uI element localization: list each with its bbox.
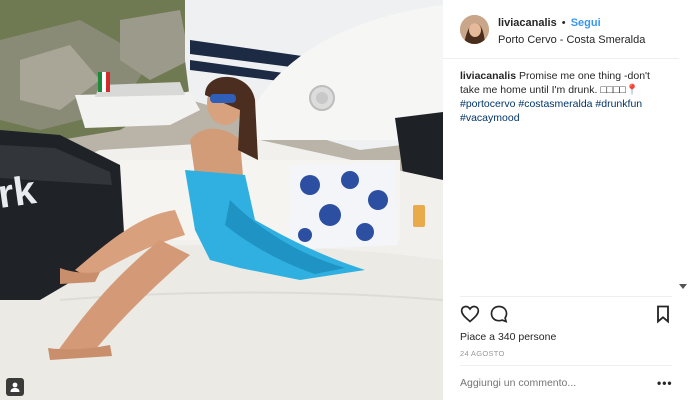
comment-input[interactable] <box>460 377 640 389</box>
hashtag-link[interactable]: #costasmeralda <box>518 98 592 110</box>
speech-bubble-icon[interactable] <box>489 304 509 324</box>
location-link[interactable]: Porto Cervo - Costa Smeralda <box>498 34 645 46</box>
username-link[interactable]: liviacanalis <box>498 17 557 29</box>
photo-illustration: rk <box>0 0 443 400</box>
caption-emoji: □□□□ <box>600 84 626 96</box>
person-icon <box>10 382 20 392</box>
post-header: liviacanalis • Segui Porto Cervo - Costa… <box>443 0 679 59</box>
hashtag-link[interactable]: #drunkfun <box>595 98 642 110</box>
chevron-down-icon[interactable] <box>679 282 687 290</box>
heart-icon[interactable] <box>460 304 480 324</box>
pin-emoji: 📍 <box>625 84 639 96</box>
more-options-button[interactable]: ••• <box>657 376 673 390</box>
actions-divider <box>460 296 672 297</box>
username-line: liviacanalis • Segui <box>498 17 601 29</box>
hashtag-link[interactable]: #portocervo <box>460 98 515 110</box>
hashtag-link[interactable]: #vacaymood <box>460 112 520 124</box>
caption-username[interactable]: liviacanalis <box>460 70 516 82</box>
avatar[interactable] <box>460 15 489 44</box>
avatar-image <box>460 15 489 44</box>
likes-count[interactable]: Piace a 340 persone <box>460 331 556 343</box>
follow-button[interactable]: Segui <box>571 17 601 29</box>
bookmark-icon[interactable] <box>653 304 673 324</box>
cover-brand-text: rk <box>0 168 39 217</box>
post-caption: liviacanalis Promise me one thing -don't… <box>460 69 672 125</box>
separator-dot: • <box>561 17 566 29</box>
post-details-panel: liviacanalis • Segui Porto Cervo - Costa… <box>443 0 689 400</box>
user-tag-button[interactable] <box>6 378 24 396</box>
comment-divider <box>460 365 672 366</box>
post-date[interactable]: 24 AGOSTO <box>460 349 505 358</box>
post-photo[interactable]: rk <box>0 0 443 400</box>
